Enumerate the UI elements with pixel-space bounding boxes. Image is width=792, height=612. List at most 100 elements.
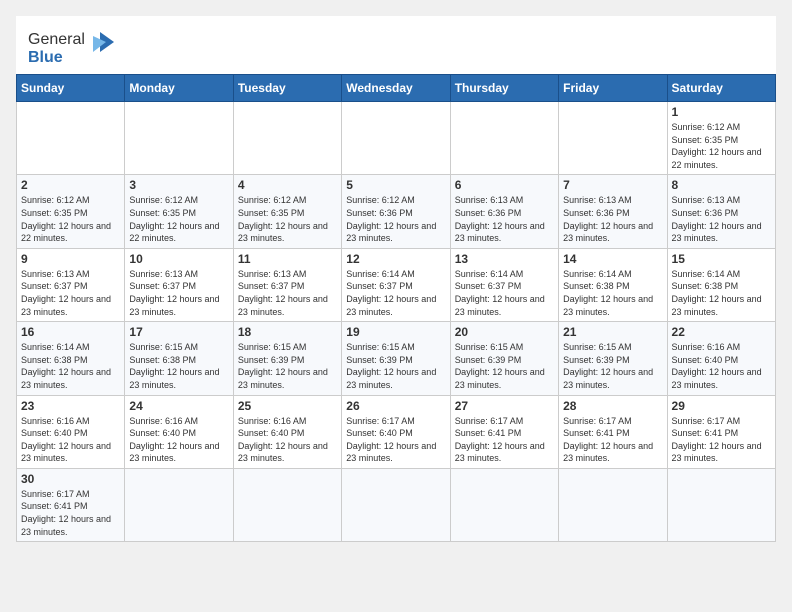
- week-row-5: 30 Sunrise: 6:17 AM Sunset: 6:41 PM Dayli…: [17, 468, 776, 541]
- day-number: 8: [672, 178, 771, 192]
- day-number: 27: [455, 399, 554, 413]
- calendar-cell: 27 Sunrise: 6:17 AM Sunset: 6:41 PM Dayli…: [450, 395, 558, 468]
- day-number: 25: [238, 399, 337, 413]
- day-info: Sunrise: 6:14 AM Sunset: 6:38 PM Dayligh…: [672, 268, 771, 318]
- day-info: Sunrise: 6:14 AM Sunset: 6:37 PM Dayligh…: [455, 268, 554, 318]
- day-number: 16: [21, 325, 120, 339]
- day-info: Sunrise: 6:16 AM Sunset: 6:40 PM Dayligh…: [672, 341, 771, 391]
- calendar-cell: 22 Sunrise: 6:16 AM Sunset: 6:40 PM Dayli…: [667, 322, 775, 395]
- day-info: Sunrise: 6:14 AM Sunset: 6:37 PM Dayligh…: [346, 268, 445, 318]
- calendar-cell: [559, 102, 667, 175]
- day-info: Sunrise: 6:15 AM Sunset: 6:39 PM Dayligh…: [346, 341, 445, 391]
- day-info: Sunrise: 6:15 AM Sunset: 6:39 PM Dayligh…: [238, 341, 337, 391]
- day-info: Sunrise: 6:12 AM Sunset: 6:36 PM Dayligh…: [346, 194, 445, 244]
- calendar-cell: [450, 468, 558, 541]
- day-number: 19: [346, 325, 445, 339]
- logo-svg: GeneralBlue: [28, 28, 118, 66]
- calendar-cell: 25 Sunrise: 6:16 AM Sunset: 6:40 PM Dayli…: [233, 395, 341, 468]
- day-info: Sunrise: 6:14 AM Sunset: 6:38 PM Dayligh…: [21, 341, 120, 391]
- calendar-cell: 15 Sunrise: 6:14 AM Sunset: 6:38 PM Dayli…: [667, 248, 775, 321]
- weekday-header-thursday: Thursday: [450, 75, 558, 102]
- calendar-cell: 17 Sunrise: 6:15 AM Sunset: 6:38 PM Dayli…: [125, 322, 233, 395]
- calendar-cell: 13 Sunrise: 6:14 AM Sunset: 6:37 PM Dayli…: [450, 248, 558, 321]
- calendar-cell: 19 Sunrise: 6:15 AM Sunset: 6:39 PM Dayli…: [342, 322, 450, 395]
- calendar-cell: [233, 102, 341, 175]
- calendar-cell: 16 Sunrise: 6:14 AM Sunset: 6:38 PM Dayli…: [17, 322, 125, 395]
- day-info: Sunrise: 6:16 AM Sunset: 6:40 PM Dayligh…: [129, 415, 228, 465]
- weekday-header-monday: Monday: [125, 75, 233, 102]
- day-number: 18: [238, 325, 337, 339]
- day-number: 11: [238, 252, 337, 266]
- day-number: 3: [129, 178, 228, 192]
- day-info: Sunrise: 6:13 AM Sunset: 6:36 PM Dayligh…: [672, 194, 771, 244]
- day-number: 29: [672, 399, 771, 413]
- day-info: Sunrise: 6:17 AM Sunset: 6:41 PM Dayligh…: [672, 415, 771, 465]
- calendar-cell: [342, 468, 450, 541]
- calendar-cell: 8 Sunrise: 6:13 AM Sunset: 6:36 PM Daylig…: [667, 175, 775, 248]
- week-row-0: 1 Sunrise: 6:12 AM Sunset: 6:35 PM Daylig…: [17, 102, 776, 175]
- svg-text:General: General: [28, 31, 85, 48]
- day-number: 7: [563, 178, 662, 192]
- day-number: 14: [563, 252, 662, 266]
- day-info: Sunrise: 6:13 AM Sunset: 6:36 PM Dayligh…: [563, 194, 662, 244]
- weekday-header-sunday: Sunday: [17, 75, 125, 102]
- calendar-cell: 1 Sunrise: 6:12 AM Sunset: 6:35 PM Daylig…: [667, 102, 775, 175]
- calendar-cell: 9 Sunrise: 6:13 AM Sunset: 6:37 PM Daylig…: [17, 248, 125, 321]
- calendar-cell: 12Sunrise: 6:14 AM Sunset: 6:37 PM Dayli…: [342, 248, 450, 321]
- day-number: 15: [672, 252, 771, 266]
- calendar-cell: 2Sunrise: 6:12 AM Sunset: 6:35 PM Daylig…: [17, 175, 125, 248]
- day-number: 5: [346, 178, 445, 192]
- calendar-cell: 14Sunrise: 6:14 AM Sunset: 6:38 PM Dayli…: [559, 248, 667, 321]
- day-number: 22: [672, 325, 771, 339]
- calendar-cell: 11Sunrise: 6:13 AM Sunset: 6:37 PM Dayli…: [233, 248, 341, 321]
- calendar-cell: 10Sunrise: 6:13 AM Sunset: 6:37 PM Dayli…: [125, 248, 233, 321]
- calendar-cell: 18 Sunrise: 6:15 AM Sunset: 6:39 PM Dayli…: [233, 322, 341, 395]
- calendar-cell: 30 Sunrise: 6:17 AM Sunset: 6:41 PM Dayli…: [17, 468, 125, 541]
- svg-text:Blue: Blue: [28, 49, 63, 66]
- week-row-2: 9 Sunrise: 6:13 AM Sunset: 6:37 PM Daylig…: [17, 248, 776, 321]
- calendar-cell: 21 Sunrise: 6:15 AM Sunset: 6:39 PM Dayli…: [559, 322, 667, 395]
- day-info: Sunrise: 6:17 AM Sunset: 6:41 PM Dayligh…: [455, 415, 554, 465]
- calendar-cell: 26Sunrise: 6:17 AM Sunset: 6:40 PM Dayli…: [342, 395, 450, 468]
- day-info: Sunrise: 6:15 AM Sunset: 6:39 PM Dayligh…: [455, 341, 554, 391]
- day-info: Sunrise: 6:17 AM Sunset: 6:41 PM Dayligh…: [21, 488, 120, 538]
- day-info: Sunrise: 6:12 AM Sunset: 6:35 PM Dayligh…: [238, 194, 337, 244]
- day-info: Sunrise: 6:17 AM Sunset: 6:41 PM Dayligh…: [563, 415, 662, 465]
- calendar-cell: 5 Sunrise: 6:12 AM Sunset: 6:36 PM Daylig…: [342, 175, 450, 248]
- day-number: 13: [455, 252, 554, 266]
- calendar-cell: 20Sunrise: 6:15 AM Sunset: 6:39 PM Dayli…: [450, 322, 558, 395]
- day-info: Sunrise: 6:15 AM Sunset: 6:39 PM Dayligh…: [563, 341, 662, 391]
- calendar-cell: [125, 468, 233, 541]
- day-number: 9: [21, 252, 120, 266]
- day-info: Sunrise: 6:13 AM Sunset: 6:36 PM Dayligh…: [455, 194, 554, 244]
- day-info: Sunrise: 6:13 AM Sunset: 6:37 PM Dayligh…: [129, 268, 228, 318]
- weekday-header-row: SundayMondayTuesdayWednesdayThursdayFrid…: [17, 75, 776, 102]
- day-info: Sunrise: 6:16 AM Sunset: 6:40 PM Dayligh…: [21, 415, 120, 465]
- day-number: 21: [563, 325, 662, 339]
- weekday-header-wednesday: Wednesday: [342, 75, 450, 102]
- day-number: 30: [21, 472, 120, 486]
- calendar-page: GeneralBlue SundayMondayTuesdayWednesday…: [16, 16, 776, 542]
- week-row-4: 23Sunrise: 6:16 AM Sunset: 6:40 PM Dayli…: [17, 395, 776, 468]
- day-info: Sunrise: 6:13 AM Sunset: 6:37 PM Dayligh…: [21, 268, 120, 318]
- calendar-cell: 29 Sunrise: 6:17 AM Sunset: 6:41 PM Dayli…: [667, 395, 775, 468]
- weekday-header-saturday: Saturday: [667, 75, 775, 102]
- day-number: 17: [129, 325, 228, 339]
- calendar-cell: 6 Sunrise: 6:13 AM Sunset: 6:36 PM Daylig…: [450, 175, 558, 248]
- calendar-cell: [450, 102, 558, 175]
- calendar-cell: 24Sunrise: 6:16 AM Sunset: 6:40 PM Dayli…: [125, 395, 233, 468]
- weekday-header-friday: Friday: [559, 75, 667, 102]
- day-number: 1: [672, 105, 771, 119]
- day-info: Sunrise: 6:16 AM Sunset: 6:40 PM Dayligh…: [238, 415, 337, 465]
- calendar-cell: [233, 468, 341, 541]
- logo: GeneralBlue: [28, 28, 118, 66]
- day-info: Sunrise: 6:12 AM Sunset: 6:35 PM Dayligh…: [672, 121, 771, 171]
- day-number: 28: [563, 399, 662, 413]
- day-info: Sunrise: 6:12 AM Sunset: 6:35 PM Dayligh…: [21, 194, 120, 244]
- day-info: Sunrise: 6:15 AM Sunset: 6:38 PM Dayligh…: [129, 341, 228, 391]
- weekday-header-tuesday: Tuesday: [233, 75, 341, 102]
- day-number: 6: [455, 178, 554, 192]
- calendar-cell: 7 Sunrise: 6:13 AM Sunset: 6:36 PM Daylig…: [559, 175, 667, 248]
- calendar-cell: [125, 102, 233, 175]
- week-row-3: 16 Sunrise: 6:14 AM Sunset: 6:38 PM Dayli…: [17, 322, 776, 395]
